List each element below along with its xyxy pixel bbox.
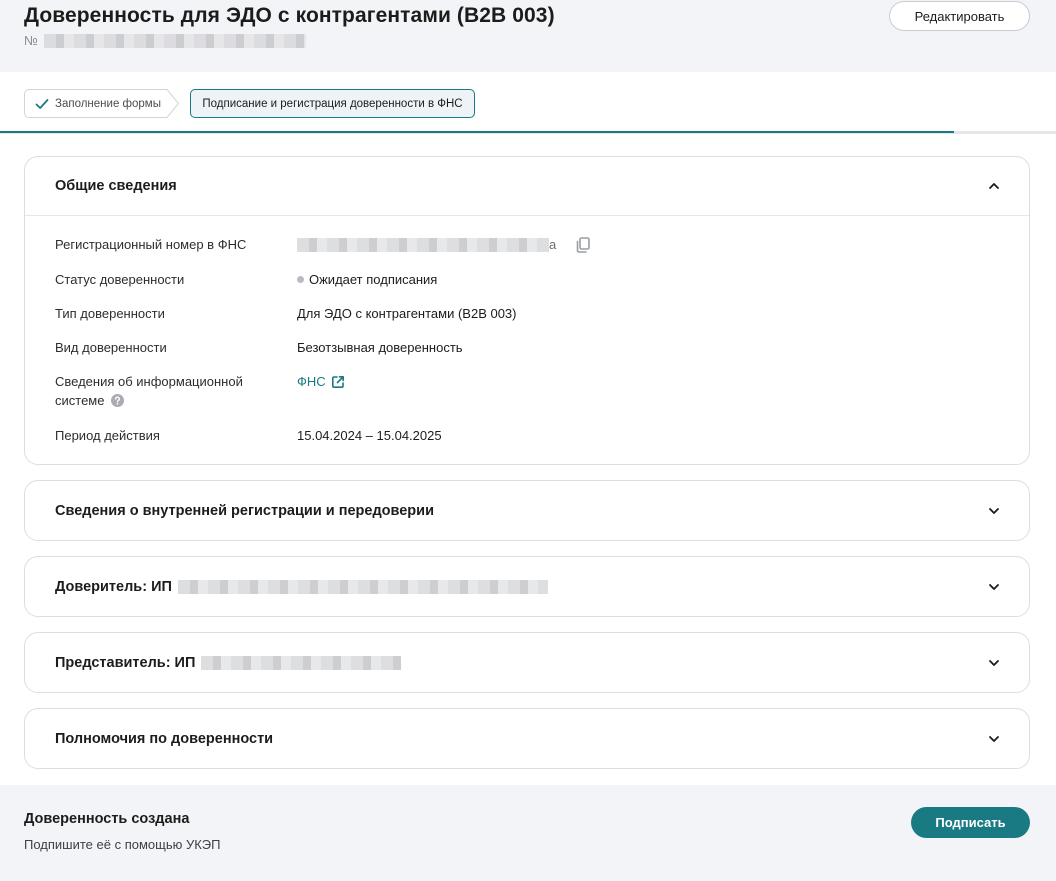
status-text: Ожидает подписания — [309, 272, 438, 287]
chevron-down-icon[interactable] — [987, 504, 1001, 518]
detail-label: Вид доверенности — [55, 340, 167, 355]
number-prefix: № — [24, 33, 38, 48]
principal-card: Доверитель: ИП — [24, 556, 1030, 617]
detail-label: Период действия — [55, 428, 160, 443]
footer-subtitle: Подпишите её с помощью УКЭП — [24, 837, 221, 852]
principal-title: Доверитель: ИП — [55, 578, 172, 595]
footer-bar: Доверенность создана Подпишите её с помо… — [0, 785, 1056, 881]
detail-value: Безотзывная доверенность — [297, 340, 463, 355]
chevron-up-icon[interactable] — [987, 179, 1001, 193]
check-icon — [35, 98, 49, 109]
progress-track — [0, 131, 1056, 133]
page-header: Доверенность для ЭДО с контрагентами (B2… — [0, 0, 1056, 72]
redacted-principal-name — [177, 579, 548, 594]
internal-registration-header[interactable]: Сведения о внутренней регистрации и пере… — [25, 481, 1029, 540]
stepper: Заполнение формы Подписание и регистраци… — [0, 72, 1056, 134]
sign-button[interactable]: Подписать — [911, 807, 1030, 838]
redacted-number — [43, 33, 306, 48]
footer-title: Доверенность создана — [24, 811, 190, 827]
card-title: Общие сведения — [55, 178, 177, 194]
label-line-2: системе — [55, 393, 105, 408]
general-info-header[interactable]: Общие сведения — [25, 157, 1029, 216]
card-title: Представитель: ИП — [55, 654, 402, 671]
main-content: Общие сведения Регистрационный номер в Ф… — [0, 134, 1056, 785]
detail-row-period: Период действия 15.04.2024 – 15.04.2025 — [55, 426, 442, 445]
redacted-reg-number — [297, 237, 549, 252]
detail-label: Регистрационный номер в ФНС — [55, 237, 247, 252]
reg-number-suffix: a — [549, 237, 557, 252]
document-number: № — [24, 33, 306, 48]
card-title: Доверитель: ИП — [55, 579, 548, 595]
step-label: Подписание и регистрация доверенности в … — [202, 97, 463, 110]
detail-row-type: Тип доверенности Для ЭДО с контрагентами… — [55, 304, 517, 323]
label-line-1: Сведения об информационной — [55, 374, 243, 389]
detail-value: a — [297, 235, 592, 254]
step-label: Заполнение формы — [55, 97, 161, 110]
detail-label: Статус доверенности — [55, 272, 185, 287]
help-icon[interactable] — [111, 394, 125, 407]
external-link-icon — [331, 375, 344, 388]
principal-header[interactable]: Доверитель: ИП — [25, 557, 1029, 616]
chevron-down-icon[interactable] — [987, 656, 1001, 670]
status-badge: Ожидает подписания — [297, 270, 437, 289]
detail-label: Сведения об информационной системе — [55, 372, 297, 410]
chevron-down-icon[interactable] — [987, 732, 1001, 746]
detail-row-reg-number: Регистрационный номер в ФНС a — [55, 235, 592, 254]
card-title: Полномочия по доверенности — [55, 730, 274, 747]
detail-row-kind: Вид доверенности Безотзывная доверенност… — [55, 338, 463, 357]
detail-label: Тип доверенности — [55, 306, 165, 321]
internal-registration-card: Сведения о внутренней регистрации и пере… — [24, 480, 1030, 541]
copy-icon[interactable] — [574, 236, 592, 254]
detail-value: 15.04.2024 – 15.04.2025 — [297, 428, 442, 443]
progress-fill — [0, 131, 954, 133]
status-dot-icon — [297, 276, 304, 283]
step-fill-form[interactable]: Заполнение формы — [24, 89, 180, 118]
detail-row-info-system: Сведения об информационной системе ФНС — [55, 372, 345, 410]
chevron-down-icon[interactable] — [987, 580, 1001, 594]
fns-link-label: ФНС — [297, 374, 326, 389]
representative-card: Представитель: ИП — [24, 632, 1030, 693]
powers-card: Полномочия по доверенности — [24, 708, 1030, 769]
page-title: Доверенность для ЭДО с контрагентами (B2… — [24, 4, 555, 27]
detail-row-status: Статус доверенности Ожидает подписания — [55, 270, 437, 289]
card-title: Сведения о внутренней регистрации и пере… — [55, 502, 434, 519]
redacted-representative-name — [201, 655, 402, 670]
general-info-card: Общие сведения Регистрационный номер в Ф… — [24, 156, 1030, 465]
step-sign-register[interactable]: Подписание и регистрация доверенности в … — [190, 89, 475, 118]
fns-link[interactable]: ФНС — [297, 372, 345, 391]
powers-header[interactable]: Полномочия по доверенности — [25, 709, 1029, 768]
edit-button[interactable]: Редактировать — [889, 1, 1030, 31]
representative-header[interactable]: Представитель: ИП — [25, 633, 1029, 692]
representative-title: Представитель: ИП — [55, 654, 196, 671]
detail-value: Для ЭДО с контрагентами (B2B 003) — [297, 306, 517, 321]
